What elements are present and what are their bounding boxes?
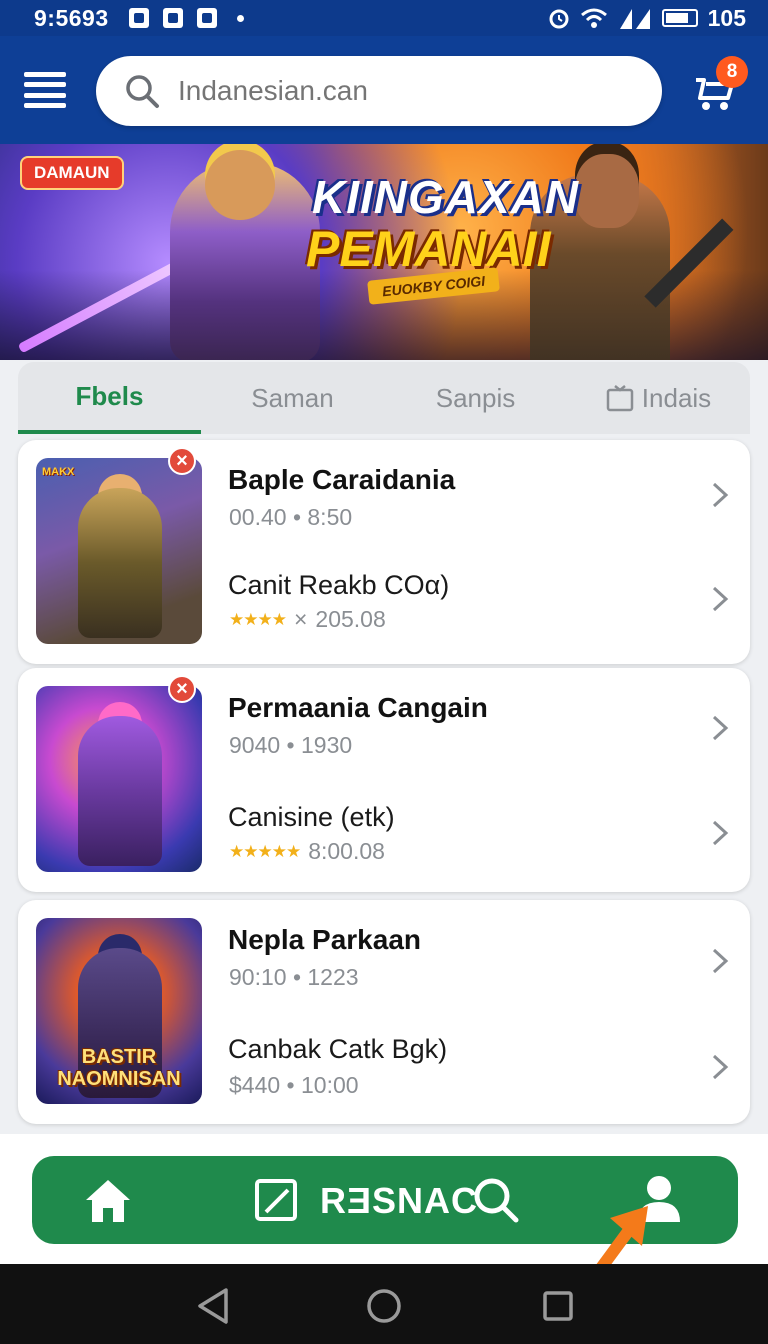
battery-level: 105 xyxy=(707,4,746,31)
search-input[interactable] xyxy=(178,75,598,107)
game-card[interactable]: × Permaania Cangain 9040 • 1930 Canisine… xyxy=(18,668,750,892)
search-bar[interactable] xyxy=(96,56,662,126)
system-navigation-bar xyxy=(0,1264,768,1344)
thumbnail-figure xyxy=(78,488,162,638)
status-bar: 9:5693 105 xyxy=(0,0,768,36)
tab-saman[interactable]: Saman xyxy=(201,362,384,434)
back-icon[interactable] xyxy=(196,1288,230,1324)
card-title[interactable]: Nepla Parkaan xyxy=(228,924,421,956)
card-subtitle[interactable]: Canisine (etk) xyxy=(228,802,395,833)
banner-title-line2: PEMANAII xyxy=(306,221,551,277)
chevron-right-icon[interactable] xyxy=(708,818,732,848)
card-price-time: $440 • 10:00 xyxy=(229,1072,359,1098)
star-rating-icon: ★★★★ xyxy=(229,609,287,629)
game-card[interactable]: MAKX × Baple Caraidania 00.40 • 8:50 Can… xyxy=(18,440,750,664)
signal-icon xyxy=(619,9,650,29)
wifi-icon xyxy=(580,8,607,28)
thumbnail-logo: MAKX xyxy=(42,466,75,478)
thumbnail-logo: BASTIR NAOMNISAN xyxy=(57,1046,181,1090)
banner-title-line1: KIINGAXAN xyxy=(312,171,580,223)
game-thumbnail: MAKX xyxy=(36,458,202,644)
chevron-right-icon[interactable] xyxy=(708,480,732,510)
chevron-right-icon[interactable] xyxy=(708,584,732,614)
card-meta: 9040 • 1930 xyxy=(229,732,353,758)
bottom-nav-label[interactable]: RƎSNAC xyxy=(320,1180,478,1222)
edit-icon[interactable] xyxy=(254,1178,300,1224)
circle-home-icon[interactable] xyxy=(366,1288,402,1324)
banner-tag: DAMAUN xyxy=(20,156,124,190)
status-system-icons: 105 xyxy=(548,5,746,32)
category-tabs: Fbels Saman Sanpis Indais xyxy=(18,362,750,434)
thumbnail-figure xyxy=(78,716,162,866)
card-title[interactable]: Baple Caraidania xyxy=(228,464,455,496)
card-meta: 90:10 • 1223 xyxy=(229,964,359,990)
more-notifications-dot xyxy=(236,14,244,22)
rating-text: 8:00.08 xyxy=(308,838,385,864)
tab-sanpis[interactable]: Sanpis xyxy=(384,362,567,434)
search-icon xyxy=(126,75,159,108)
card-rating: ★★★★ × 205.08 xyxy=(229,606,386,633)
app-header: 8 xyxy=(0,36,768,144)
card-subtitle[interactable]: Canbak Catk Bgk) xyxy=(228,1034,447,1065)
notification-icon xyxy=(196,8,217,28)
card-title[interactable]: Permaania Cangain xyxy=(228,692,488,724)
chevron-right-icon[interactable] xyxy=(708,946,732,976)
card-rating: ★★★★★ 8:00.08 xyxy=(229,838,385,865)
tab-label: Indais xyxy=(641,382,712,413)
home-icon[interactable] xyxy=(84,1178,132,1224)
chevron-right-icon[interactable] xyxy=(708,1052,732,1082)
card-subtitle[interactable]: Canit Reakb COα) xyxy=(228,570,449,601)
chevron-right-icon[interactable] xyxy=(708,713,732,743)
cart-badge: 8 xyxy=(716,56,748,88)
banner-hero-left-head xyxy=(205,150,275,220)
tab-label: Saman xyxy=(251,382,334,413)
star-rating-icon: ★★★★★ xyxy=(229,841,301,861)
status-notification-icons xyxy=(128,8,244,28)
alarm-icon xyxy=(549,9,569,29)
close-icon[interactable]: × xyxy=(168,675,196,703)
game-thumbnail: BASTIR NAOMNISAN xyxy=(36,918,202,1104)
notification-icon xyxy=(162,8,183,28)
rating-prefix: × xyxy=(293,606,308,632)
card-meta: 00.40 • 8:50 xyxy=(229,504,353,530)
status-time: 9:5693 xyxy=(34,4,109,31)
tab-label: Fbels xyxy=(75,380,144,411)
tab-label: Sanpis xyxy=(435,382,516,413)
rating-text: 205.08 xyxy=(315,606,386,632)
game-thumbnail xyxy=(36,686,202,872)
game-card[interactable]: BASTIR NAOMNISAN Nepla Parkaan 90:10 • 1… xyxy=(18,900,750,1124)
tab-indais[interactable]: Indais xyxy=(567,362,750,434)
battery-icon xyxy=(661,9,698,27)
banner-hero-right-head xyxy=(575,154,639,228)
recent-apps-icon[interactable] xyxy=(542,1290,574,1322)
tv-icon xyxy=(606,385,634,412)
tab-fbels[interactable]: Fbels xyxy=(18,362,201,434)
notification-icon xyxy=(128,8,149,28)
search-icon[interactable] xyxy=(472,1176,520,1224)
menu-icon[interactable] xyxy=(24,72,66,108)
close-icon[interactable]: × xyxy=(168,447,196,475)
